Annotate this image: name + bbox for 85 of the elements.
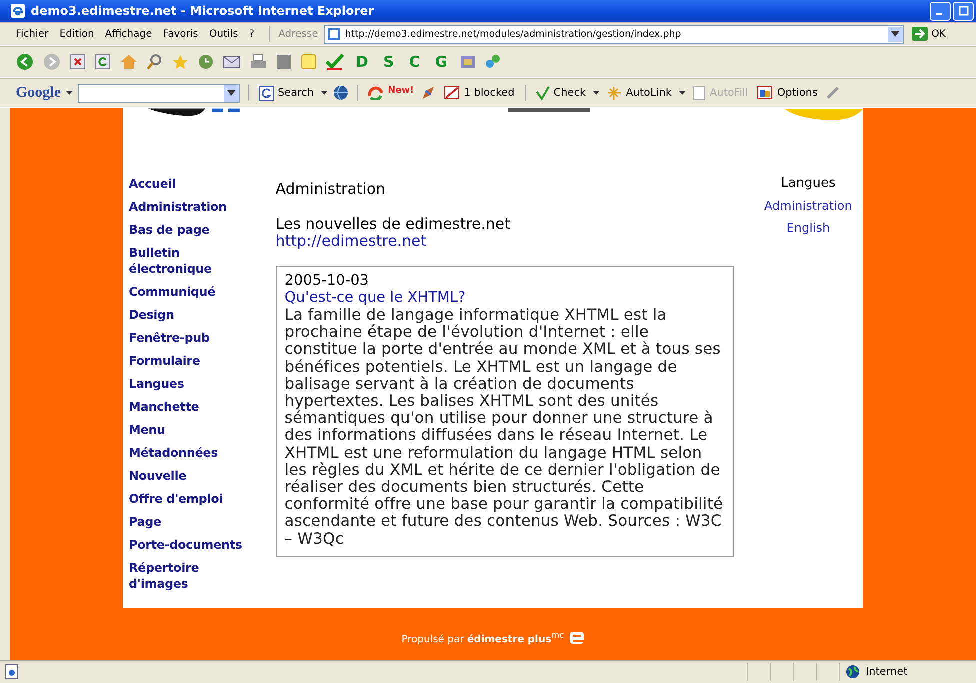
autolink-button[interactable]: AutoLink	[605, 86, 674, 100]
checkmark-icon	[536, 86, 550, 100]
browser-icon	[10, 3, 26, 19]
refresh-icon[interactable]	[95, 54, 111, 70]
nav-link[interactable]: Accueil	[129, 176, 253, 192]
e-logo-icon	[570, 632, 584, 644]
sparkle-icon	[607, 86, 622, 100]
blocked-window-icon	[444, 86, 460, 100]
address-field[interactable]: http://demo3.edimestre.net/modules/administration/gestion/index.php	[324, 24, 904, 44]
nav-link[interactable]: Formulaire	[129, 353, 253, 369]
stop-icon[interactable]	[70, 54, 86, 70]
printer-icon[interactable]	[250, 54, 267, 70]
nav-link[interactable]: Communiqué	[129, 284, 253, 300]
star-icon[interactable]	[172, 54, 189, 70]
menu-item[interactable]: Fichier	[16, 28, 49, 40]
options-icon	[757, 86, 774, 100]
back-icon[interactable]	[16, 53, 34, 71]
film-icon[interactable]	[460, 54, 476, 70]
options-button[interactable]: Options	[755, 86, 820, 100]
forward-icon[interactable]	[43, 53, 61, 71]
mail-icon[interactable]	[223, 54, 241, 70]
menu-item[interactable]: Affichage	[105, 28, 152, 40]
page-icon	[327, 27, 342, 41]
globe-icon[interactable]	[333, 85, 350, 101]
nav-link[interactable]: Fenêtre-pub	[129, 330, 253, 346]
nav-link[interactable]: Offre d'emploi	[129, 491, 253, 507]
note-icon[interactable]	[301, 54, 317, 70]
nav-link[interactable]: Bulletin électronique	[129, 245, 253, 277]
search-button[interactable]: Search	[257, 86, 316, 100]
nav-link[interactable]: Administration	[129, 199, 253, 215]
language-link[interactable]: Administration	[764, 199, 852, 213]
google-logo[interactable]: Google	[16, 84, 61, 102]
dropdown-icon[interactable]	[678, 91, 686, 95]
nav-link[interactable]: Nouvelle	[129, 468, 253, 484]
news-title: Les nouvelles de edimestre.net	[276, 216, 512, 233]
search-icon[interactable]	[147, 54, 163, 70]
pagerank-button[interactable]: New!	[366, 86, 416, 100]
page-heading: Administration	[276, 180, 387, 198]
spellcheck-button[interactable]: Check	[534, 86, 588, 100]
popup-blocker-button[interactable]: 1 blocked	[442, 86, 517, 100]
article-date: 2005-10-03	[284, 273, 370, 290]
address-label: Adresse	[278, 28, 318, 40]
globe-icon	[846, 665, 860, 679]
nav-link[interactable]: Design	[129, 307, 253, 323]
letter-g-icon	[259, 86, 274, 100]
square-icon[interactable]	[276, 54, 292, 70]
menu-item[interactable]: Favoris	[163, 28, 198, 40]
article-text: La famille de langage informatique XHTML est la prochaine étape de l'évolution d'Internet : elle constitue la porte d'entrée au monde XML et à tous ses bénéfices potentiels. Le XHTML est un langage de balisage servant à la création de documents hypertextes. Les balises XHTML sont des unités sémantiques qu'on utilise pour donner une structure à des informations diffusées dans le réseau Internet. Le XHTML est une reformulation du langage HTML selon les règles du XML et hérite de ce dernier l'obligation de réaliser des documents bien structurés. Cette conformité offre une base pour garantir la compatibilité ascendante et future des contenus Web. Sources : W3C – W3Qc	[284, 307, 724, 548]
minimize-icon	[936, 13, 942, 15]
menu-item[interactable]: Outils	[209, 28, 238, 40]
nav-link[interactable]: Porte-documents	[129, 537, 253, 553]
menu-item[interactable]: Edition	[60, 28, 94, 40]
page-icon	[4, 664, 20, 680]
form-icon	[692, 86, 706, 100]
maximize-button[interactable]	[953, 2, 974, 20]
minimize-button[interactable]	[930, 2, 951, 20]
window-title: demo3.edimestre.net - Microsoft Internet Explorer	[31, 4, 376, 18]
dropdown-icon[interactable]	[66, 91, 73, 95]
footer-credit: Propulsé par édimestre plus$^{mc}$	[402, 630, 564, 646]
nav-link[interactable]: Menu	[129, 422, 253, 438]
swirl-icon	[368, 86, 384, 100]
dropdown-icon[interactable]	[224, 84, 239, 102]
dropdown-icon[interactable]	[888, 26, 903, 42]
article-title-link[interactable]: Qu'est-ce que le XHTML?	[284, 290, 725, 307]
languages-heading: Langues	[781, 176, 836, 191]
nav-link[interactable]: Page	[129, 514, 253, 530]
pen-icon[interactable]	[824, 85, 841, 101]
nav-link[interactable]: Manchette	[129, 399, 253, 415]
language-link[interactable]: English	[786, 221, 830, 235]
go-button[interactable]: OK	[910, 27, 976, 41]
dropdown-icon[interactable]	[321, 91, 328, 95]
maximize-icon	[958, 6, 968, 16]
dropdown-icon[interactable]	[593, 91, 600, 95]
network-icon[interactable]	[484, 54, 501, 70]
history-icon[interactable]	[198, 54, 214, 70]
security-zone: Internet	[866, 666, 908, 678]
menu-item[interactable]: ?	[249, 28, 255, 40]
arrow-icon	[912, 27, 928, 41]
nav-link[interactable]: Bas de page	[129, 222, 253, 238]
nav-link[interactable]: Métadonnées	[129, 445, 253, 461]
news-link[interactable]: http://edimestre.net	[276, 233, 734, 250]
nav-link[interactable]: Langues	[129, 376, 253, 392]
search-field[interactable]	[78, 84, 240, 102]
nav-link[interactable]: Répertoire d'images	[129, 560, 253, 592]
checkmark-icon[interactable]	[326, 54, 344, 70]
